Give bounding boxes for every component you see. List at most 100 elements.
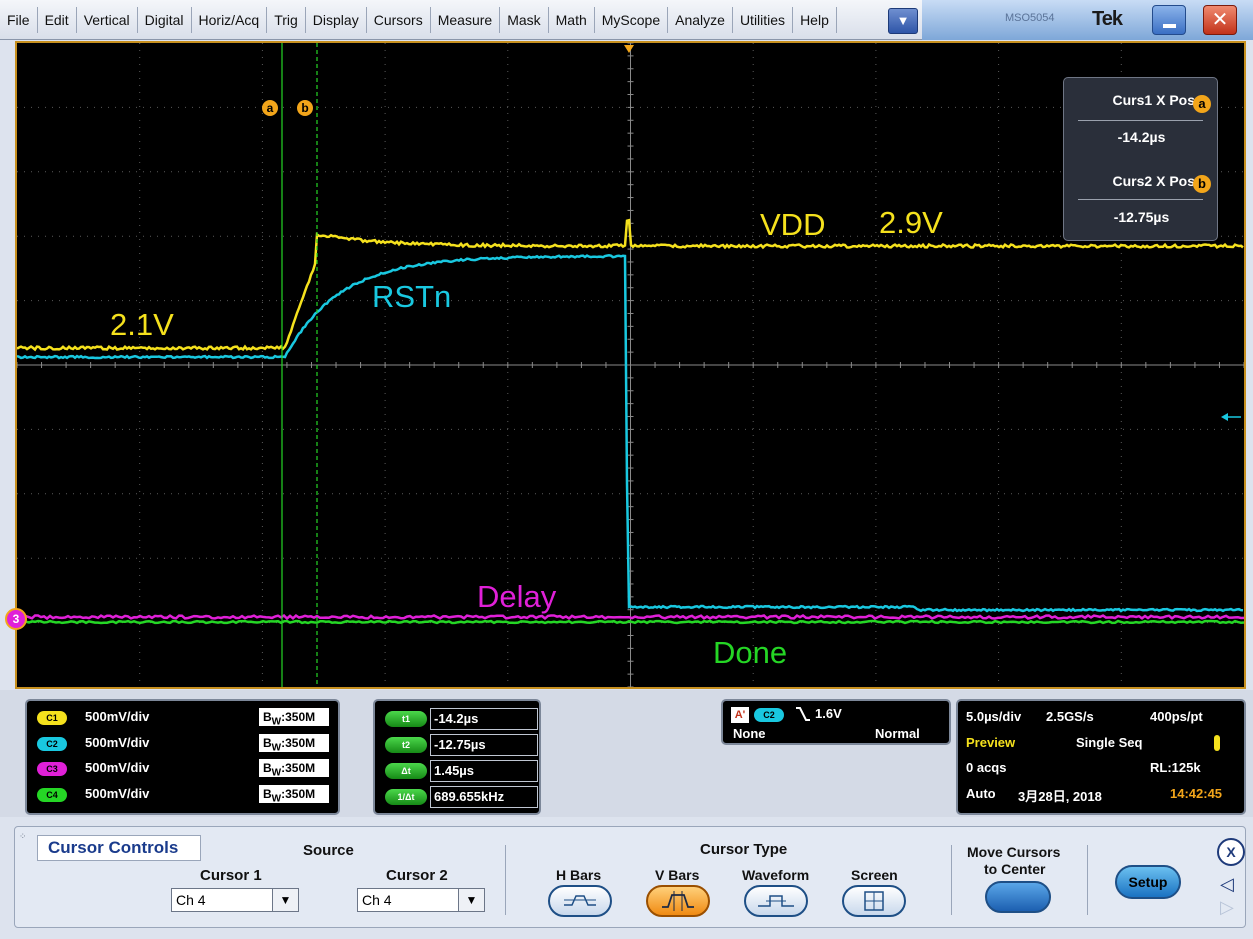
ch4-bandwidth: BW:350M [259, 785, 329, 803]
curs1-title: Curs1 X Pos [1057, 92, 1195, 108]
cursor-a-marker[interactable]: a [262, 100, 278, 116]
label-vdd-end: 2.9V [879, 207, 943, 238]
screen-label: Screen [851, 867, 898, 883]
menu-analyze[interactable]: Analyze [668, 7, 733, 33]
divider [951, 845, 952, 915]
close-icon: ✕ [1212, 9, 1229, 31]
setup-button[interactable]: Setup [1115, 865, 1181, 899]
ch1-badge: C1 [37, 711, 67, 725]
date: 3月28日, 2018 [1018, 786, 1102, 805]
move-cursors-label-2: to Center [984, 861, 1045, 877]
waveform-label: Waveform [742, 867, 809, 883]
cursor-a-badge: a [1193, 95, 1211, 113]
menu-horiz-acq[interactable]: Horiz/Acq [192, 7, 268, 33]
menu-measure[interactable]: Measure [431, 7, 500, 33]
hbars-button[interactable] [548, 885, 612, 917]
trigger-position-marker [624, 45, 634, 53]
dropdown-arrow-icon[interactable]: ▼ [272, 889, 298, 911]
delta-t-value: 1.45µs [430, 760, 538, 782]
waveform-icon [746, 887, 806, 915]
curs2-title: Curs2 X Pos [1057, 173, 1195, 189]
time: 14:42:45 [1170, 786, 1222, 801]
trigger-a-badge: A' [731, 707, 749, 723]
move-cursors-label-1: Move Cursors [967, 844, 1060, 860]
menu-help[interactable]: Help [793, 7, 837, 33]
menu-utilities[interactable]: Utilities [733, 7, 793, 33]
waveform-display[interactable]: a b 3 2.1V VDD 2.9V RSTn Delay Done [15, 41, 1246, 689]
bw-prefix: B [263, 710, 272, 724]
close-panel-button[interactable]: X [1217, 838, 1245, 866]
bw-sub: W [272, 767, 281, 778]
bw-value: 350M [285, 761, 315, 775]
curs2-value: -12.75µs [1064, 209, 1219, 225]
menu-cursors[interactable]: Cursors [367, 7, 431, 33]
t1-badge: t1 [385, 711, 427, 727]
menu-myscope[interactable]: MyScope [595, 7, 668, 33]
screen-button[interactable] [842, 885, 906, 917]
record-length: RL:125k [1150, 760, 1201, 775]
graticule-and-traces [17, 43, 1244, 687]
menu-items: File Edit Vertical Digital Horiz/Acq Tri… [0, 0, 837, 40]
cursor2-source-select[interactable]: Ch 4 ▼ [357, 888, 485, 912]
ch2-scale: 500mV/div [85, 735, 149, 750]
ch3-scale: 500mV/div [85, 760, 149, 775]
acquisition-panel[interactable]: 5.0µs/div 2.5GS/s 400ps/pt Preview Singl… [956, 699, 1246, 815]
bw-sub: W [272, 716, 281, 727]
source-label: Source [303, 842, 354, 859]
menu-math[interactable]: Math [549, 7, 595, 33]
chevron-down-icon[interactable]: ▼ [888, 8, 918, 34]
ch4-scale: 500mV/div [85, 786, 149, 801]
sample-rate: 2.5GS/s [1046, 709, 1094, 724]
bw-value: 350M [285, 710, 315, 724]
menu-edit[interactable]: Edit [38, 7, 77, 33]
cursor-controls-panel: ⁘ Cursor Controls Source Cursor 1 Ch 4 ▼… [14, 826, 1246, 928]
cursor-b-marker[interactable]: b [297, 100, 313, 116]
minimize-button[interactable] [1152, 5, 1186, 35]
inv-delta-t-badge: 1/Δt [385, 789, 427, 805]
ch3-badge: C3 [37, 762, 67, 776]
menu-digital[interactable]: Digital [138, 7, 192, 33]
label-delay: Delay [477, 581, 556, 612]
menu-trig[interactable]: Trig [267, 7, 306, 33]
menu-vertical[interactable]: Vertical [77, 7, 138, 33]
bw-value: 350M [285, 787, 315, 801]
ch3-ground-marker[interactable]: 3 [5, 608, 27, 630]
menu-mask[interactable]: Mask [500, 7, 548, 33]
divider [1087, 845, 1088, 915]
acqs-count: 0 acqs [966, 760, 1006, 775]
thermometer-icon [1214, 735, 1220, 751]
waveform-button[interactable] [744, 885, 808, 917]
screen-icon [844, 887, 904, 915]
t2-badge: t2 [385, 737, 427, 753]
hbars-icon [550, 887, 610, 915]
vbars-button[interactable] [646, 885, 710, 917]
dropdown-arrow-icon[interactable]: ▼ [458, 889, 484, 911]
cursor1-source-select[interactable]: Ch 4 ▼ [171, 888, 299, 912]
divider [505, 845, 506, 915]
minimize-icon [1163, 24, 1176, 28]
channel-panel[interactable]: C1 500mV/div BW:350M C2 500mV/div BW:350… [25, 699, 340, 815]
curs1-value: -14.2µs [1064, 129, 1219, 145]
hbars-label: H Bars [556, 867, 601, 883]
trigger-panel[interactable]: A' C2 1.6V None Normal [721, 699, 951, 745]
ch4-badge: C4 [37, 788, 67, 802]
cursor-readout[interactable]: Curs1 X Pos a -14.2µs Curs2 X Pos b -12.… [1063, 77, 1218, 241]
menu-file[interactable]: File [0, 7, 38, 33]
cursor2-source-value: Ch 4 [362, 892, 392, 908]
bw-value: 350M [285, 736, 315, 750]
next-arrow-icon[interactable]: ▷ [1220, 897, 1234, 918]
cursor-measurement-panel[interactable]: t1 -14.2µs t2 -12.75µs Δt 1.45µs 1/Δt 68… [373, 699, 541, 815]
close-window-button[interactable]: ✕ [1203, 5, 1237, 35]
bw-prefix: B [263, 736, 272, 750]
trigger-mode: Normal [875, 726, 920, 741]
preview-label: Preview [966, 735, 1015, 750]
cursor-type-label: Cursor Type [700, 841, 787, 858]
move-cursors-to-center-button[interactable] [985, 881, 1051, 913]
menu-display[interactable]: Display [306, 7, 367, 33]
t2-value: -12.75µs [430, 734, 538, 756]
prev-arrow-icon[interactable]: ◁ [1220, 874, 1234, 895]
brand-logo: Tek [1092, 8, 1122, 31]
inv-delta-t-value: 689.655kHz [430, 786, 538, 808]
panel-grip-icon: ⁘ [19, 831, 29, 841]
divider [1078, 199, 1203, 200]
